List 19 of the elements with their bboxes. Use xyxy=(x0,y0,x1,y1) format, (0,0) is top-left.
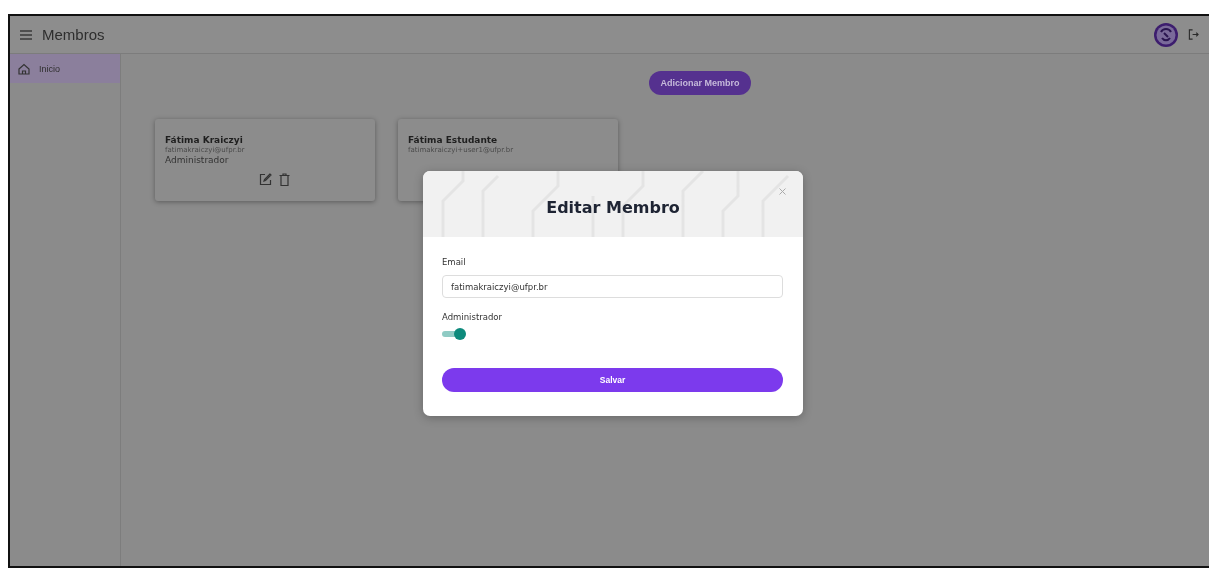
avatar-icon[interactable] xyxy=(1153,21,1179,48)
member-name: Fátima Estudante xyxy=(408,135,498,145)
member-role: Administrador xyxy=(165,155,229,165)
close-icon[interactable] xyxy=(777,186,788,197)
nav-item[interactable]: Inicio xyxy=(10,54,120,83)
menu-icon[interactable] xyxy=(20,29,32,40)
page-title: Membros xyxy=(42,26,105,43)
field-label: Email xyxy=(442,257,466,267)
trash-icon[interactable] xyxy=(278,173,290,186)
add-member-button[interactable]: Adicionar Membro xyxy=(649,71,751,95)
email-field[interactable]: fatimakraiczyi@ufpr.br xyxy=(442,275,783,298)
admin-toggle[interactable] xyxy=(442,328,466,340)
field-label: Administrador xyxy=(442,312,502,322)
edit-icon[interactable] xyxy=(258,173,272,186)
dialog-title: Editar Membro xyxy=(546,197,680,217)
save-button[interactable]: Salvar xyxy=(442,368,783,392)
member-name: Fátima Kraiczyi xyxy=(165,135,243,145)
home-icon xyxy=(18,62,30,75)
logout-icon[interactable] xyxy=(1188,29,1199,40)
